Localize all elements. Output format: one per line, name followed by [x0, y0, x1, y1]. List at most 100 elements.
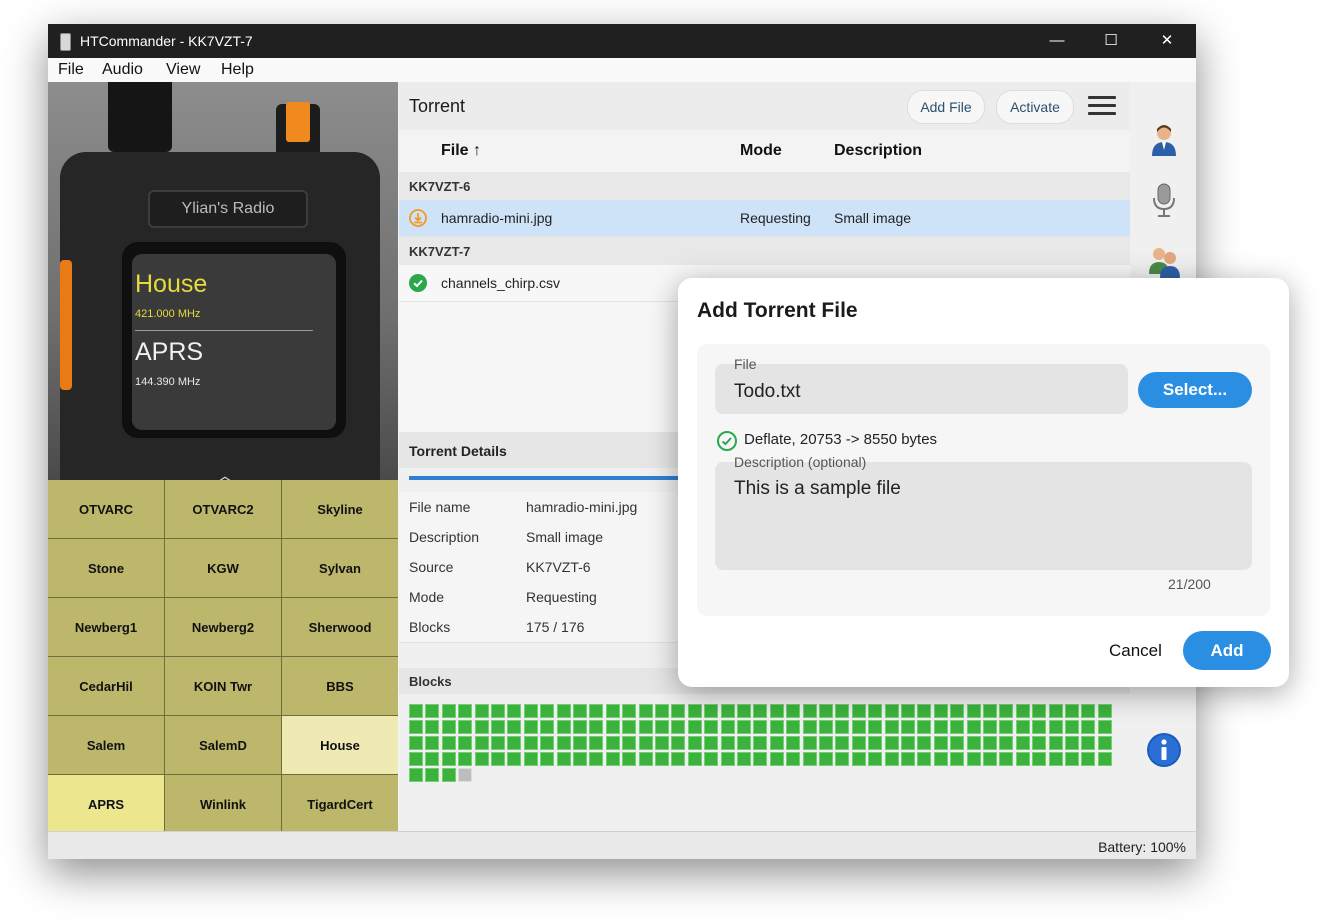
users-icon[interactable] [1146, 244, 1182, 280]
block-received [819, 704, 833, 718]
channel-button[interactable]: House [282, 716, 398, 774]
block-received [441, 768, 456, 782]
block-received [409, 704, 423, 718]
block-received [737, 720, 751, 734]
block-received [605, 704, 620, 718]
table-row[interactable]: hamradio-mini.jpg Requesting Small image [399, 200, 1130, 237]
channel-button[interactable]: KGW [165, 539, 281, 597]
channel-button[interactable]: Stone [48, 539, 164, 597]
detail-key: Source [409, 559, 454, 575]
block-received [409, 768, 423, 782]
menu-view[interactable]: View [166, 61, 200, 79]
maximize-button[interactable]: ☐ [1088, 24, 1134, 58]
window-title: HTCommander - KK7VZT-7 [80, 33, 253, 49]
hamburger-menu-icon[interactable] [1088, 96, 1116, 116]
user-icon[interactable] [1146, 122, 1182, 158]
dialog-title: Add Torrent File [697, 299, 858, 322]
add-file-button[interactable]: Add File [907, 90, 985, 124]
detail-key: Mode [409, 589, 445, 605]
menu-file[interactable]: File [58, 61, 84, 79]
block-received [868, 752, 883, 766]
block-received [655, 752, 669, 766]
description-field[interactable]: Description (optional) This is a sample … [715, 454, 1252, 570]
add-button[interactable]: Add [1183, 631, 1271, 670]
block-received [819, 736, 833, 750]
minimize-button[interactable]: — [1034, 24, 1080, 58]
file-field[interactable]: File Todo.txt [715, 356, 1128, 414]
block-received [671, 704, 686, 718]
block-received [802, 704, 817, 718]
channel-button[interactable]: SalemD [165, 716, 281, 774]
cancel-button[interactable]: Cancel [1109, 641, 1162, 661]
detail-key: File name [409, 499, 471, 515]
block-received [999, 704, 1014, 718]
block-received [687, 720, 702, 734]
block-received [884, 736, 899, 750]
block-received [507, 704, 522, 718]
block-received [933, 752, 948, 766]
block-received [507, 752, 522, 766]
info-icon[interactable] [1146, 732, 1182, 768]
close-button[interactable]: ✕ [1144, 24, 1190, 58]
block-received [983, 720, 997, 734]
block-received [573, 704, 587, 718]
block-received [605, 736, 620, 750]
block-received [884, 752, 899, 766]
row-description: Small image [834, 210, 912, 226]
file-field-label: File [734, 356, 757, 372]
battery-status: Battery: 100% [1098, 839, 1186, 855]
block-received [687, 752, 702, 766]
block-received [950, 752, 965, 766]
channel-button[interactable]: BBS [282, 657, 398, 715]
column-file[interactable]: File ↑ [441, 142, 481, 160]
microphone-icon[interactable] [1146, 182, 1182, 218]
block-received [474, 720, 489, 734]
block-received [409, 720, 423, 734]
block-received [622, 720, 637, 734]
channel-button[interactable]: OTVARC2 [165, 480, 281, 538]
radio-side-button [60, 260, 72, 390]
channel-button[interactable]: KOIN Twr [165, 657, 281, 715]
column-mode[interactable]: Mode [740, 142, 782, 160]
block-received [1097, 720, 1112, 734]
channel-button[interactable]: TigardCert [282, 775, 398, 833]
block-received [573, 720, 587, 734]
block-received [474, 736, 489, 750]
channel-button[interactable]: Sherwood [282, 598, 398, 656]
block-received [901, 704, 915, 718]
menu-audio[interactable]: Audio [102, 61, 143, 79]
channel-button[interactable]: CedarHil [48, 657, 164, 715]
channel-button[interactable]: OTVARC [48, 480, 164, 538]
block-received [983, 704, 997, 718]
channel-button[interactable]: APRS [48, 775, 164, 833]
block-received [425, 768, 440, 782]
channel-button[interactable]: Skyline [282, 480, 398, 538]
select-file-button[interactable]: Select... [1138, 372, 1252, 408]
compression-note: Deflate, 20753 -> 8550 bytes [744, 431, 938, 448]
channel-button[interactable]: Newberg1 [48, 598, 164, 656]
menu-help[interactable]: Help [221, 61, 254, 79]
channel-button[interactable]: Sylvan [282, 539, 398, 597]
block-received [605, 720, 620, 734]
block-received [458, 704, 473, 718]
block-received [1097, 704, 1112, 718]
file-field-value: Todo.txt [734, 381, 801, 402]
block-received [671, 736, 686, 750]
block-received [540, 752, 555, 766]
title-bar: HTCommander - KK7VZT-7 — ☐ ✕ [48, 24, 1196, 58]
block-received [638, 736, 653, 750]
dialog-card: File Todo.txt Select... Deflate, 20753 -… [697, 344, 1270, 616]
channel-button[interactable]: Salem [48, 716, 164, 774]
channel-button[interactable]: Newberg2 [165, 598, 281, 656]
radio-app-icon [60, 33, 71, 51]
block-received [507, 736, 522, 750]
block-received [441, 752, 456, 766]
block-received [1081, 704, 1096, 718]
column-description[interactable]: Description [834, 142, 922, 160]
block-received [933, 704, 948, 718]
block-received [1032, 720, 1047, 734]
block-received [622, 752, 637, 766]
block-received [819, 752, 833, 766]
channel-button[interactable]: Winlink [165, 775, 281, 833]
activate-button[interactable]: Activate [996, 90, 1074, 124]
